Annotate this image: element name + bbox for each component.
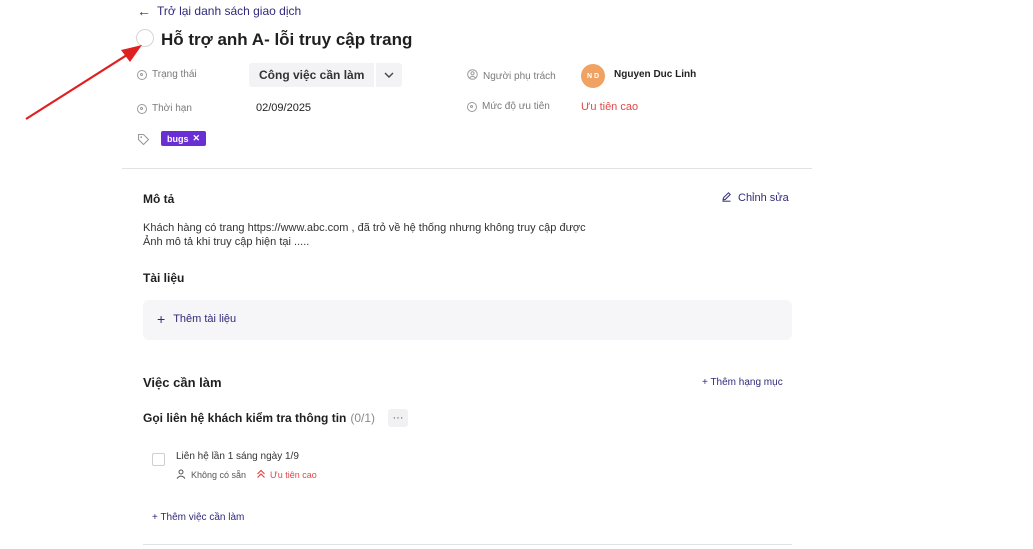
divider xyxy=(143,544,792,545)
documents-dropzone[interactable] xyxy=(143,300,792,340)
edit-label: Chỉnh sửa xyxy=(738,192,789,204)
todo-heading: Việc cần làm xyxy=(143,375,222,390)
task-title: Hỗ trợ anh A- lỗi truy cập trang xyxy=(161,30,413,49)
description-text: Khách hàng có trang https://www.abc.com … xyxy=(143,221,586,249)
status-field-label: Trạng thái xyxy=(137,69,197,80)
owner-field-label: Người phụ trách xyxy=(467,69,556,83)
edit-description-button[interactable]: Chỉnh sửa xyxy=(721,191,789,205)
todo-group-title: Gọi liên hệ khách kiểm tra thông tin (0/… xyxy=(143,411,375,425)
arrow-left-icon: ← xyxy=(137,3,151,19)
task-item-meta: Không có sẵn Ưu tiên cao xyxy=(176,469,317,481)
pencil-icon xyxy=(721,191,732,205)
close-icon[interactable]: ✕ xyxy=(193,133,201,144)
tag-bugs[interactable]: bugs ✕ xyxy=(161,131,207,146)
status-dropdown[interactable]: Công việc cần làm xyxy=(249,63,403,87)
todo-group-count: (0/1) xyxy=(350,411,376,425)
plus-icon: + xyxy=(157,311,166,327)
add-document-label: Thêm tài liệu xyxy=(173,313,237,325)
task-checkbox[interactable] xyxy=(152,453,165,466)
task-priority[interactable]: Ưu tiên cao xyxy=(256,469,317,481)
tag-label: bugs xyxy=(167,133,189,144)
user-icon xyxy=(467,69,478,83)
person-icon xyxy=(176,469,186,481)
documents-heading: Tài liệu xyxy=(143,271,185,285)
todo-group-name: Gọi liên hệ khách kiểm tra thông tin xyxy=(143,411,347,425)
more-options-button[interactable]: ··· xyxy=(388,409,408,427)
status-icon xyxy=(137,69,147,80)
add-document-button[interactable]: + Thêm tài liệu xyxy=(157,311,237,327)
deadline-field-label: Thời hạn xyxy=(137,103,192,114)
tag-icon xyxy=(137,133,150,151)
task-assignee-label: Không có sẵn xyxy=(191,470,247,480)
deadline-value[interactable]: 02/09/2025 xyxy=(256,102,311,114)
double-chevron-up-icon xyxy=(256,469,266,481)
task-assignee[interactable]: Không có sẵn xyxy=(176,469,246,481)
chevron-down-icon[interactable] xyxy=(376,63,403,87)
back-link[interactable]: ← Trở lại danh sách giao dịch xyxy=(137,4,301,18)
task-item-text[interactable]: Liên hệ lần 1 sáng ngày 1/9 xyxy=(176,451,299,462)
back-link-label: Trở lại danh sách giao dịch xyxy=(157,4,302,18)
add-category-button[interactable]: + Thêm hạng mục xyxy=(702,377,783,388)
avatar[interactable]: N D xyxy=(581,64,605,88)
priority-field-label: Mức độ ưu tiên xyxy=(467,101,550,112)
divider xyxy=(122,168,812,169)
task-priority-label: Ưu tiên cao xyxy=(270,470,317,480)
description-heading: Mô tả xyxy=(143,192,175,206)
priority-icon xyxy=(467,101,477,112)
clock-icon xyxy=(137,103,147,114)
status-value[interactable]: Công việc cần làm xyxy=(249,63,375,87)
description-line: Ảnh mô tả khi truy cập hiện tại ..... xyxy=(143,236,310,248)
priority-value[interactable]: Ưu tiên cao xyxy=(581,101,638,113)
description-line: Khách hàng có trang https://www.abc.com … xyxy=(143,222,586,234)
add-task-button[interactable]: + Thêm việc cần làm xyxy=(152,512,244,523)
owner-name[interactable]: Nguyen Duc Linh xyxy=(614,69,696,80)
